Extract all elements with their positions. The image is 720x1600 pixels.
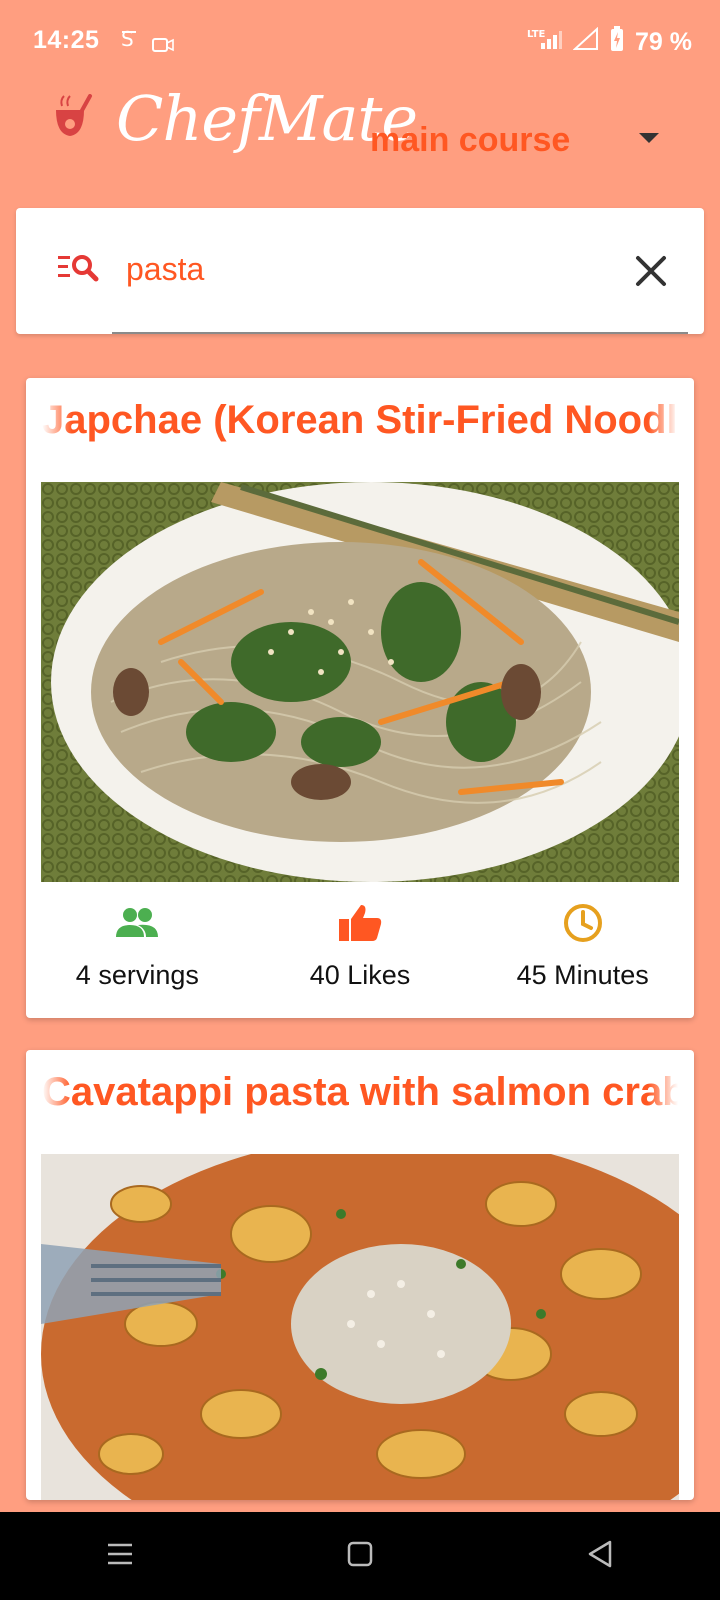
recipe-title: Cavatappi pasta with salmon crab (42, 1070, 678, 1114)
category-selected: main course (370, 120, 571, 159)
signal-lte-icon: LTE (527, 27, 563, 58)
back-triangle-icon (586, 1539, 614, 1574)
category-dropdown[interactable]: main course (370, 112, 660, 168)
thumbs-up-icon[interactable] (337, 900, 383, 946)
search-list-icon[interactable] (58, 252, 100, 289)
sync-icon: S (120, 27, 138, 58)
recipe-stats: 4 servings 40 Likes 45 Minutes (26, 882, 694, 1012)
servings-label: 4 servings (75, 960, 199, 990)
svg-text:LTE: LTE (527, 29, 546, 40)
likes-label: 40 Likes (309, 960, 411, 990)
square-icon (346, 1540, 374, 1573)
recipe-image[interactable] (41, 1154, 679, 1500)
people-icon (114, 900, 160, 946)
search-underline (112, 332, 688, 334)
search-input[interactable] (126, 238, 596, 300)
status-right: LTE 79 % (527, 26, 692, 59)
dropdown-arrow-icon (638, 131, 660, 149)
clock-icon (562, 900, 604, 946)
recipe-image[interactable] (41, 482, 679, 882)
close-icon[interactable] (634, 254, 668, 293)
signal-icon (572, 26, 599, 58)
video-icon (152, 31, 174, 60)
recipe-card[interactable]: Cavatappi pasta with salmon crab (26, 1050, 694, 1500)
system-nav-bar (0, 1512, 720, 1600)
recipe-card[interactable]: Japchae (Korean Stir-Fried Noodles) 4 se… (26, 378, 694, 1018)
svg-text:S: S (121, 27, 134, 51)
time-label: 45 Minutes (516, 960, 649, 990)
status-time: 14:25 (33, 26, 100, 54)
menu-nav-button[interactable] (90, 1526, 150, 1586)
likes-stat: 40 Likes (249, 882, 472, 1012)
app-bar: ChefMate main course (0, 82, 720, 202)
recipe-title: Japchae (Korean Stir-Fried Noodles) (42, 398, 678, 442)
menu-icon (106, 1542, 134, 1571)
battery-charging-icon (609, 26, 625, 59)
servings-stat: 4 servings (26, 882, 249, 1012)
time-stat: 45 Minutes (471, 882, 694, 1012)
back-nav-button[interactable] (570, 1526, 630, 1586)
search-bar (16, 208, 704, 334)
status-bar: 14:25 S LTE 79 % (0, 0, 720, 82)
home-nav-button[interactable] (330, 1526, 390, 1586)
ladle-pot-icon (52, 94, 94, 145)
battery-percent: 79 % (635, 28, 692, 56)
